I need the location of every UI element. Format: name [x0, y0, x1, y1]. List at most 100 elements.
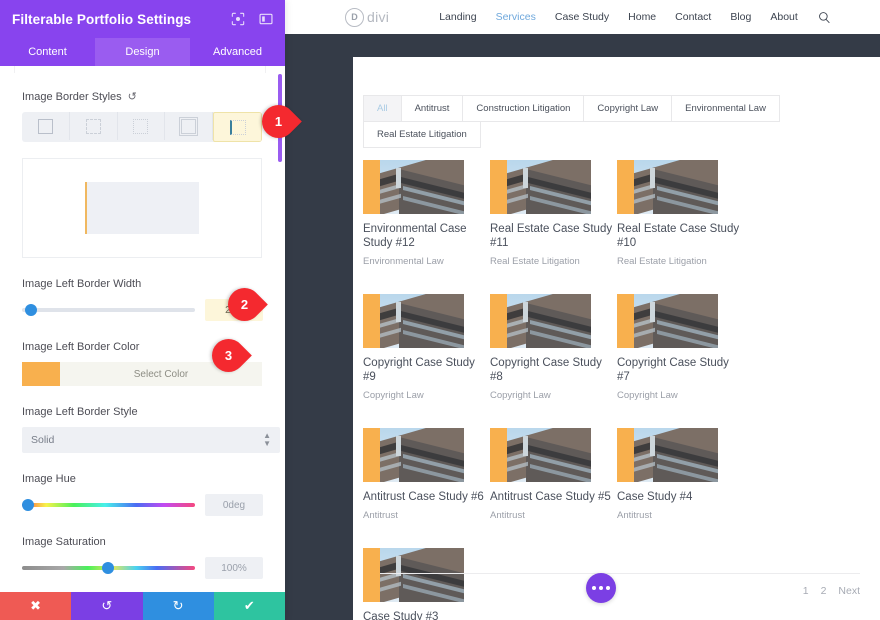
website-preview: D divi Landing Services Case Study Home …	[285, 0, 880, 620]
portfolio-item[interactable]: Copyright Case Study #7 Copyright Law	[617, 294, 744, 402]
portfolio-title[interactable]: Real Estate Case Study #10	[617, 222, 744, 250]
field-label: Image Hue	[22, 473, 76, 485]
square-double-icon	[179, 116, 199, 136]
portfolio-title[interactable]: Antitrust Case Study #5	[490, 490, 617, 504]
portfolio-filters: All Antitrust Construction Litigation Co…	[363, 95, 838, 148]
nav-item-about[interactable]: About	[770, 11, 797, 23]
layout-panel-icon[interactable]	[259, 12, 273, 26]
nav-item-case-study[interactable]: Case Study	[555, 11, 609, 23]
search-icon[interactable]	[818, 11, 831, 24]
portfolio-title[interactable]: Copyright Case Study #7	[617, 356, 744, 384]
callout-marker-1: 1	[255, 98, 302, 145]
border-style-solid[interactable]	[22, 112, 70, 140]
saturation-slider-track[interactable]	[22, 562, 195, 574]
nav-item-contact[interactable]: Contact	[675, 11, 711, 23]
divi-logo[interactable]: D divi	[345, 7, 390, 27]
field-label-text: Image Border Styles	[22, 90, 122, 103]
field-label: Image Saturation	[22, 536, 106, 548]
filter-real-estate-litigation[interactable]: Real Estate Litigation	[363, 121, 481, 148]
divi-logo-text: divi	[367, 9, 390, 25]
portfolio-category: Copyright Law	[490, 390, 551, 401]
panel-footer: ✖ ↺ ↻ ✔	[0, 592, 285, 620]
portfolio-category: Real Estate Litigation	[490, 256, 580, 267]
pagination-next[interactable]: Next	[838, 585, 860, 597]
field-label: Image Left Border Width	[22, 278, 142, 290]
pagination-page-2[interactable]: 2	[821, 585, 827, 597]
portfolio-thumbnail[interactable]	[617, 294, 718, 348]
portfolio-category: Copyright Law	[617, 390, 678, 401]
portfolio-thumbnail[interactable]	[617, 160, 718, 214]
portfolio-item[interactable]: Antitrust Case Study #6 Antitrust	[363, 428, 490, 522]
portfolio-item[interactable]: Case Study #4 Antitrust	[617, 428, 744, 522]
save-button[interactable]: ✔	[213, 592, 285, 620]
redo-button[interactable]: ↻	[142, 592, 214, 620]
portfolio-thumbnail[interactable]	[363, 294, 464, 348]
square-dotted-icon	[133, 118, 149, 134]
hue-slider-knob[interactable]	[22, 499, 34, 511]
portfolio-thumbnail[interactable]	[490, 160, 591, 214]
panel-header: Filterable Portfolio Settings	[0, 0, 285, 38]
portfolio-item[interactable]: Copyright Case Study #9 Copyright Law	[363, 294, 490, 402]
close-button[interactable]: ✖	[0, 592, 72, 620]
portfolio-thumbnail[interactable]	[363, 428, 464, 482]
callout-number: 3	[224, 348, 233, 363]
focus-icon[interactable]	[231, 12, 245, 26]
chevron-updown-icon: ▲ ▼	[263, 431, 271, 448]
portfolio-item[interactable]: Copyright Case Study #8 Copyright Law	[490, 294, 617, 402]
more-options-button[interactable]	[586, 573, 616, 603]
nav-item-blog[interactable]: Blog	[730, 11, 751, 23]
portfolio-thumbnail[interactable]	[363, 548, 464, 602]
previous-section-stub	[14, 66, 266, 73]
portfolio-title[interactable]: Case Study #3	[363, 610, 490, 620]
tab-design[interactable]: Design	[95, 38, 190, 66]
tab-advanced[interactable]: Advanced	[190, 38, 285, 66]
pagination: 1 2 Next	[803, 585, 860, 597]
hue-value-input[interactable]: 0deg	[205, 494, 263, 516]
saturation-value-input[interactable]: 100%	[205, 557, 263, 579]
portfolio-title[interactable]: Copyright Case Study #9	[363, 356, 490, 384]
field-image-hue: Image Hue 0deg	[0, 473, 285, 516]
callout-number: 1	[274, 114, 283, 129]
filter-all[interactable]: All	[363, 95, 402, 122]
saturation-slider-row: 100%	[22, 557, 263, 579]
border-style-dotted[interactable]	[118, 112, 166, 140]
hue-slider-track[interactable]	[22, 499, 195, 511]
undo-button[interactable]: ↺	[71, 592, 143, 620]
portfolio-title[interactable]: Case Study #4	[617, 490, 744, 504]
portfolio-item[interactable]: Real Estate Case Study #11 Real Estate L…	[490, 160, 617, 268]
filter-environmental-law[interactable]: Environmental Law	[671, 95, 780, 122]
filter-copyright-law[interactable]: Copyright Law	[583, 95, 673, 122]
nav-item-home[interactable]: Home	[628, 11, 656, 23]
portfolio-item[interactable]: Real Estate Case Study #10 Real Estate L…	[617, 160, 744, 268]
portfolio-thumbnail[interactable]	[363, 160, 464, 214]
filter-antitrust[interactable]: Antitrust	[400, 95, 464, 122]
portfolio-thumbnail[interactable]	[490, 428, 591, 482]
width-slider-track[interactable]	[22, 304, 195, 316]
portfolio-title[interactable]: Antitrust Case Study #6	[363, 490, 490, 504]
portfolio-title[interactable]: Environmental Case Study #12	[363, 222, 490, 250]
saturation-slider-knob[interactable]	[101, 562, 114, 574]
filter-construction-litigation[interactable]: Construction Litigation	[462, 95, 585, 122]
portfolio-title[interactable]: Copyright Case Study #8	[490, 356, 617, 384]
portfolio-item[interactable]: Antitrust Case Study #5 Antitrust	[490, 428, 617, 522]
portfolio-item[interactable]: Environmental Case Study #12 Environment…	[363, 160, 490, 268]
portfolio-title[interactable]: Real Estate Case Study #11	[490, 222, 617, 250]
border-style-dashed[interactable]	[70, 112, 118, 140]
border-style-double[interactable]	[165, 112, 214, 140]
border-style-select[interactable]: Solid ▲ ▼	[22, 427, 280, 453]
border-style-left-only[interactable]	[213, 112, 262, 142]
nav-item-services[interactable]: Services	[496, 11, 536, 23]
field-image-saturation: Image Saturation 100%	[0, 536, 285, 579]
portfolio-thumbnail[interactable]	[490, 294, 591, 348]
page-content: All Antitrust Construction Litigation Co…	[353, 57, 880, 620]
callout-marker-3: 3	[205, 332, 252, 379]
portfolio-item[interactable]: Case Study #3 Construction Litigation	[363, 548, 490, 620]
portfolio-thumbnail[interactable]	[617, 428, 718, 482]
field-image-left-border-style: Image Left Border Style Solid ▲ ▼	[0, 406, 285, 453]
tab-content[interactable]: Content	[0, 38, 95, 66]
nav-item-landing[interactable]: Landing	[439, 11, 476, 23]
color-swatch[interactable]	[22, 362, 60, 386]
reset-icon[interactable]: ↺	[128, 90, 137, 103]
width-slider-knob[interactable]	[25, 304, 38, 316]
pagination-page-1[interactable]: 1	[803, 585, 809, 597]
